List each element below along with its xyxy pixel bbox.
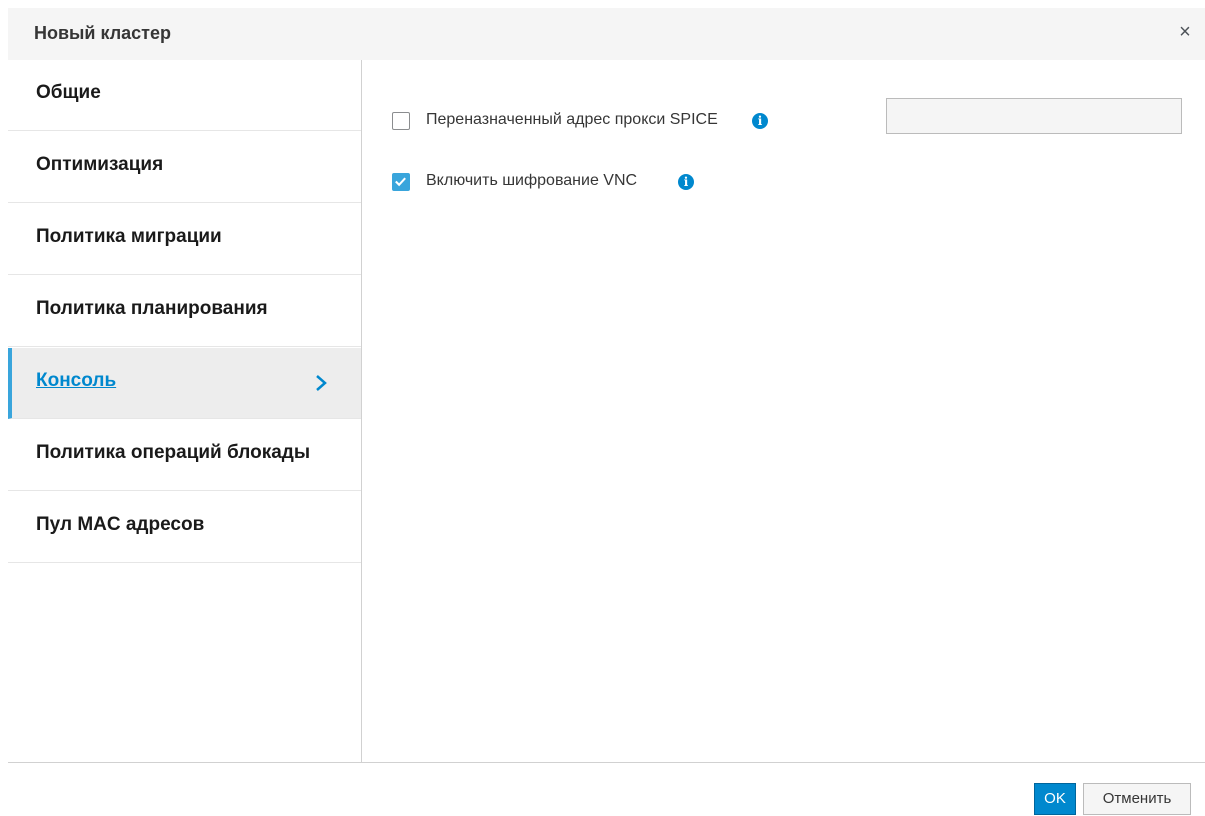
sidebar-item-label: Политика миграции: [36, 226, 222, 247]
sidebar-item-mac-pool[interactable]: Пул MAC адресов: [8, 492, 361, 563]
console-settings-panel: Переназначенный адрес прокси SPICE i Вкл…: [362, 60, 1205, 762]
sidebar-item-label: Консоль: [36, 370, 117, 391]
spice-proxy-label: Переназначенный адрес прокси SPICE: [426, 111, 718, 128]
sidebar-item-general[interactable]: Общие: [8, 60, 361, 131]
cancel-button[interactable]: Отменить: [1083, 783, 1191, 815]
sidebar-item-fencing-policy[interactable]: Политика операций блокады: [8, 420, 361, 491]
sidebar-item-label: Оптимизация: [36, 154, 164, 175]
sidebar-item-label: Политика планирования: [36, 298, 268, 319]
sidebar-item-migration-policy[interactable]: Политика миграции: [8, 204, 361, 275]
spice-proxy-input[interactable]: [886, 98, 1182, 134]
vnc-encryption-row: Включить шифрование VNC i: [392, 170, 792, 194]
sidebar-item-label: Пул MAC адресов: [36, 514, 205, 535]
ok-button[interactable]: OK: [1034, 783, 1076, 815]
info-icon[interactable]: i: [752, 113, 768, 129]
spice-proxy-row: Переназначенный адрес прокси SPICE i: [392, 109, 792, 133]
sidebar-item-label: Политика операций блокады: [36, 442, 311, 463]
chevron-right-icon: [316, 375, 327, 391]
sidebar: Общие Оптимизация Политика миграции Поли…: [8, 60, 362, 762]
checkmark-icon: [395, 177, 406, 187]
spice-proxy-checkbox[interactable]: [392, 112, 410, 130]
sidebar-item-console[interactable]: Консоль: [8, 348, 361, 419]
new-cluster-dialog: Новый кластер × Общие Оптимизация Полити…: [8, 8, 1205, 816]
dialog-header: Новый кластер ×: [8, 8, 1205, 60]
sidebar-item-scheduling-policy[interactable]: Политика планирования: [8, 276, 361, 347]
dialog-title: Новый кластер: [34, 23, 172, 43]
close-button[interactable]: ×: [1171, 18, 1199, 46]
footer-divider: [8, 762, 1205, 763]
sidebar-item-optimization[interactable]: Оптимизация: [8, 132, 361, 203]
info-icon[interactable]: i: [678, 174, 694, 190]
vnc-encryption-label: Включить шифрование VNC: [426, 172, 638, 189]
sidebar-item-label: Общие: [36, 82, 101, 103]
vnc-encryption-checkbox[interactable]: [392, 173, 410, 191]
